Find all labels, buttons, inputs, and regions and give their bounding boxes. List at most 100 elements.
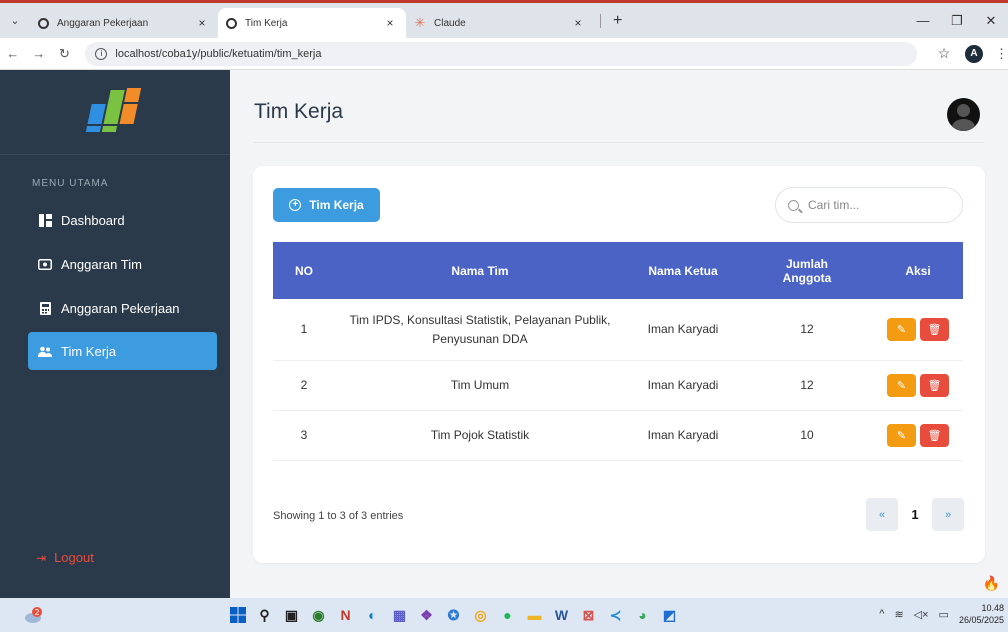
- forward-icon[interactable]: →: [26, 46, 52, 61]
- bookmark-star-icon[interactable]: ☆: [931, 45, 957, 62]
- chrome-canary-icon[interactable]: ◎: [469, 602, 492, 628]
- restore-icon[interactable]: ❐: [940, 13, 974, 29]
- site-info-icon[interactable]: i: [95, 47, 108, 60]
- search-box[interactable]: [775, 187, 963, 223]
- add-team-button[interactable]: + Tim Kerja: [273, 188, 380, 222]
- search-taskbar-icon[interactable]: ⚲: [253, 602, 276, 628]
- reload-icon[interactable]: ↻: [52, 46, 78, 62]
- close-tab-icon[interactable]: ×: [382, 16, 398, 30]
- delete-button[interactable]: 🗑: [920, 373, 949, 397]
- edit-button[interactable]: ✎: [887, 373, 916, 397]
- edge-icon[interactable]: ◐: [361, 602, 384, 628]
- cell-nama-tim: Tim Umum: [450, 378, 510, 392]
- delete-button[interactable]: 🗑: [920, 317, 949, 341]
- close-tab-icon[interactable]: ×: [194, 16, 210, 30]
- minimize-icon[interactable]: —: [906, 13, 940, 28]
- delete-button[interactable]: 🗑: [920, 423, 949, 447]
- clock-date: 26/05/2025: [958, 615, 1004, 625]
- search-input[interactable]: [808, 198, 948, 212]
- volume-icon[interactable]: ◁×: [914, 608, 929, 621]
- browser-tab-claude[interactable]: ✳ Claude ×: [406, 8, 594, 38]
- battery-icon[interactable]: ▭: [939, 608, 949, 621]
- browser-tab-tim-kerja[interactable]: Tim Kerja ×: [218, 8, 406, 38]
- globe-icon: [226, 17, 237, 29]
- vscode-icon[interactable]: ≺: [604, 602, 627, 628]
- browser-tab-bar: ⌄ Anggaran Pekerjaan × Tim Kerja × ✳ Cla…: [0, 0, 1008, 38]
- page-number-button[interactable]: 1: [899, 498, 931, 531]
- task-view-icon[interactable]: ▣: [280, 602, 303, 628]
- cell-no: 3: [300, 428, 308, 442]
- logout-icon: ⇥: [36, 550, 47, 565]
- bps-logo-icon: [85, 88, 142, 132]
- cell-nama-tim: Tim Pojok Statistik: [430, 428, 530, 442]
- users-icon: [38, 344, 52, 358]
- word-icon[interactable]: W: [550, 602, 573, 628]
- col-header-nama-ketua[interactable]: Nama Ketua: [625, 242, 741, 299]
- new-tab-icon[interactable]: +: [607, 12, 628, 30]
- tab-search-button[interactable]: ⌄: [0, 14, 30, 27]
- logout-label: Logout: [54, 550, 94, 565]
- whatsapp-icon[interactable]: ◉: [307, 602, 330, 628]
- cell-nama-ketua: Iman Karyadi: [647, 378, 719, 392]
- cell-nama-ketua: Iman Karyadi: [647, 322, 719, 337]
- clock[interactable]: 10.48 26/05/2025: [959, 602, 1004, 626]
- chrome-icon[interactable]: ◕: [631, 602, 654, 628]
- cell-nama-tim-line2: Penyusunan DDA: [432, 331, 528, 346]
- cell-jumlah-anggota: 12: [800, 378, 814, 392]
- sidebar-item-dashboard[interactable]: Dashboard: [28, 201, 217, 239]
- trash-icon: 🗑: [927, 429, 942, 442]
- cell-no: 2: [300, 378, 308, 392]
- cell-jumlah-anggota: 10: [800, 428, 814, 442]
- close-window-icon[interactable]: ✕: [974, 13, 1008, 29]
- windows-start-icon[interactable]: [226, 602, 249, 628]
- logout-link[interactable]: ⇥ Logout: [36, 550, 94, 565]
- sidebar-item-anggaran-pekerjaan[interactable]: Anggaran Pekerjaan: [28, 289, 217, 327]
- flame-icon[interactable]: 🔥: [983, 575, 1000, 592]
- prev-page-button[interactable]: «: [866, 498, 898, 531]
- cell-nama-tim: Tim IPDS, Konsultasi Statistik, Pelayana…: [335, 299, 625, 360]
- col-header-no[interactable]: NO: [273, 242, 335, 299]
- pencil-icon: ✎: [896, 379, 907, 392]
- edit-button[interactable]: ✎: [887, 317, 916, 341]
- wifi-icon[interactable]: ≋: [894, 608, 903, 621]
- cell-nama-tim-line1: Tim IPDS, Konsultasi Statistik, Pelayana…: [349, 312, 611, 327]
- xampp-icon[interactable]: ⊠: [577, 602, 600, 628]
- taskbar-apps: ⚲ ▣ ◉ N ◐ ▦ ❖ ✪ ◎ ● ▬ W ⊠ ≺ ◕ ◩: [226, 602, 685, 628]
- clock-time: 10.48: [981, 603, 1004, 613]
- app-icon[interactable]: ✪: [442, 602, 465, 628]
- spotify-icon[interactable]: ●: [496, 602, 519, 628]
- sidebar-item-label: Anggaran Pekerjaan: [61, 300, 180, 316]
- edit-button[interactable]: ✎: [887, 423, 916, 447]
- sidebar-item-anggaran-tim[interactable]: Anggaran Tim: [28, 245, 217, 283]
- col-header-jumlah-anggota[interactable]: Jumlah Anggota: [741, 242, 873, 299]
- browser-menu-icon[interactable]: ⋮: [995, 46, 1008, 62]
- page-title: Tim Kerja: [254, 100, 344, 123]
- url-field[interactable]: i localhost/coba1y/public/ketuatim/tim_k…: [85, 41, 917, 66]
- close-tab-icon[interactable]: ×: [570, 16, 586, 30]
- teams-icon[interactable]: ▦: [388, 602, 411, 628]
- trash-icon: 🗑: [927, 323, 942, 336]
- tab-title: Anggaran Pekerjaan: [57, 17, 149, 29]
- sidebar-item-label: Tim Kerja: [61, 343, 117, 359]
- trash-icon: 🗑: [927, 379, 942, 392]
- browser-tab-anggaran-pekerjaan[interactable]: Anggaran Pekerjaan ×: [30, 8, 218, 38]
- team-table: NO Nama Tim Nama Ketua Jumlah Anggota Ak…: [273, 242, 963, 461]
- logo-divider: [0, 154, 230, 155]
- weather-icon[interactable]: 2: [24, 605, 44, 625]
- next-page-button[interactable]: »: [932, 498, 964, 531]
- tab-title: Tim Kerja: [245, 17, 288, 29]
- back-icon[interactable]: ←: [0, 46, 26, 61]
- user-avatar[interactable]: [947, 98, 980, 131]
- profile-avatar[interactable]: A: [965, 44, 983, 63]
- col-header-aksi: Aksi: [905, 263, 931, 278]
- wallet-icon: [38, 257, 52, 271]
- cell-aksi: ✎ 🗑: [873, 360, 963, 410]
- table-row: 3 Tim Pojok Statistik Iman Karyadi 10 ✎ 🗑: [273, 410, 963, 460]
- copilot-icon[interactable]: ❖: [415, 602, 438, 628]
- file-explorer-icon[interactable]: ▬: [523, 602, 546, 628]
- col-header-nama-tim[interactable]: Nama Tim: [335, 242, 625, 299]
- netflix-icon[interactable]: N: [334, 602, 357, 628]
- app-blue-icon[interactable]: ◩: [658, 602, 681, 628]
- chevron-up-icon[interactable]: ^: [879, 608, 884, 620]
- sidebar-item-tim-kerja[interactable]: Tim Kerja: [28, 332, 217, 370]
